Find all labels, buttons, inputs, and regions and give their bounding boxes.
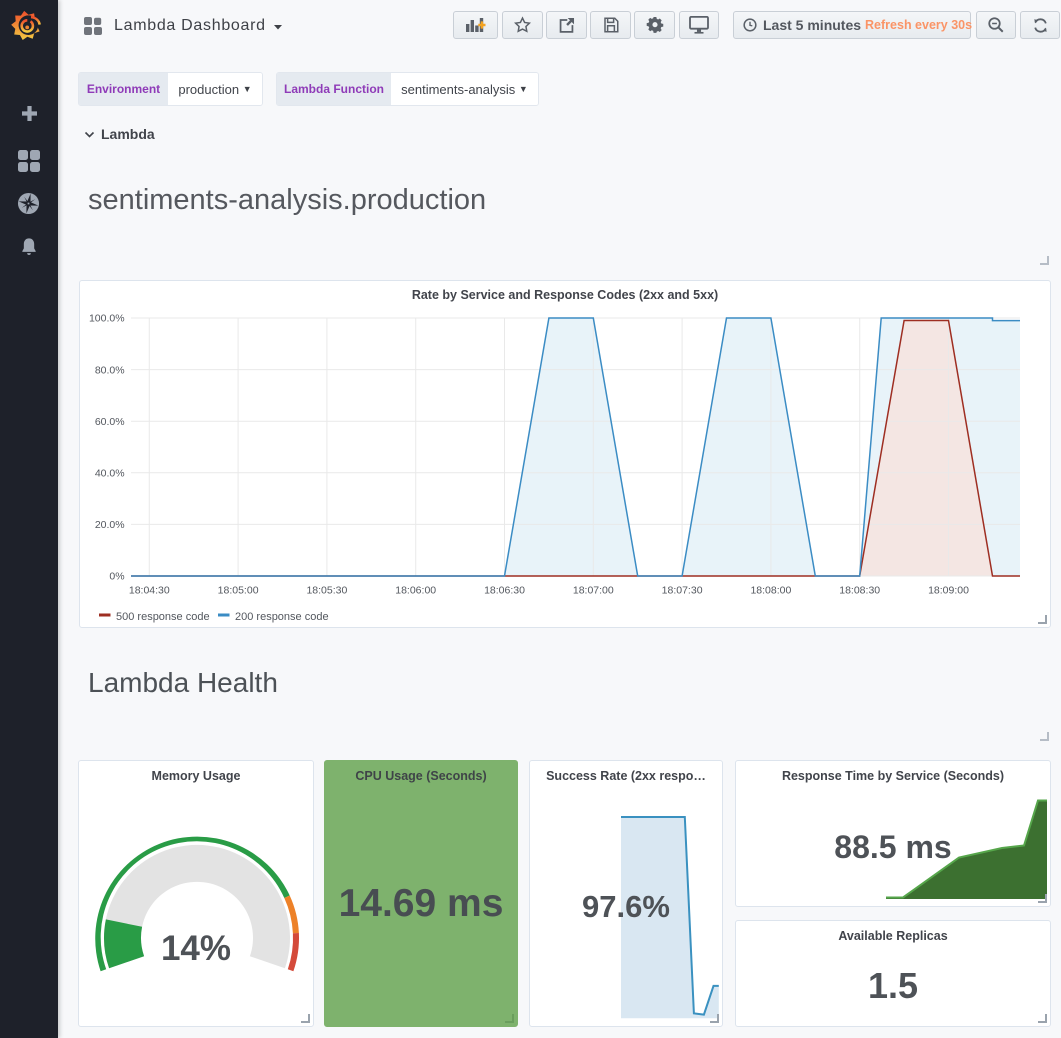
- svg-text:18:08:30: 18:08:30: [839, 585, 880, 597]
- svg-text:200 response code: 200 response code: [235, 611, 329, 623]
- svg-text:18:06:30: 18:06:30: [484, 585, 525, 597]
- svg-text:18:04:30: 18:04:30: [129, 585, 170, 597]
- svg-text:18:05:00: 18:05:00: [218, 585, 259, 597]
- svg-text:18:07:30: 18:07:30: [662, 585, 703, 597]
- svg-text:18:05:30: 18:05:30: [306, 585, 347, 597]
- svg-text:18:08:00: 18:08:00: [750, 585, 791, 597]
- svg-text:18:07:00: 18:07:00: [573, 585, 614, 597]
- svg-text:18:06:00: 18:06:00: [395, 585, 436, 597]
- svg-text:0%: 0%: [109, 571, 124, 583]
- svg-text:100.0%: 100.0%: [89, 313, 125, 325]
- svg-text:500 response code: 500 response code: [116, 611, 210, 623]
- svg-text:80.0%: 80.0%: [95, 364, 125, 376]
- svg-text:18:09:00: 18:09:00: [928, 585, 969, 597]
- svg-text:60.0%: 60.0%: [95, 416, 125, 428]
- svg-text:40.0%: 40.0%: [95, 468, 125, 480]
- svg-text:20.0%: 20.0%: [95, 519, 125, 531]
